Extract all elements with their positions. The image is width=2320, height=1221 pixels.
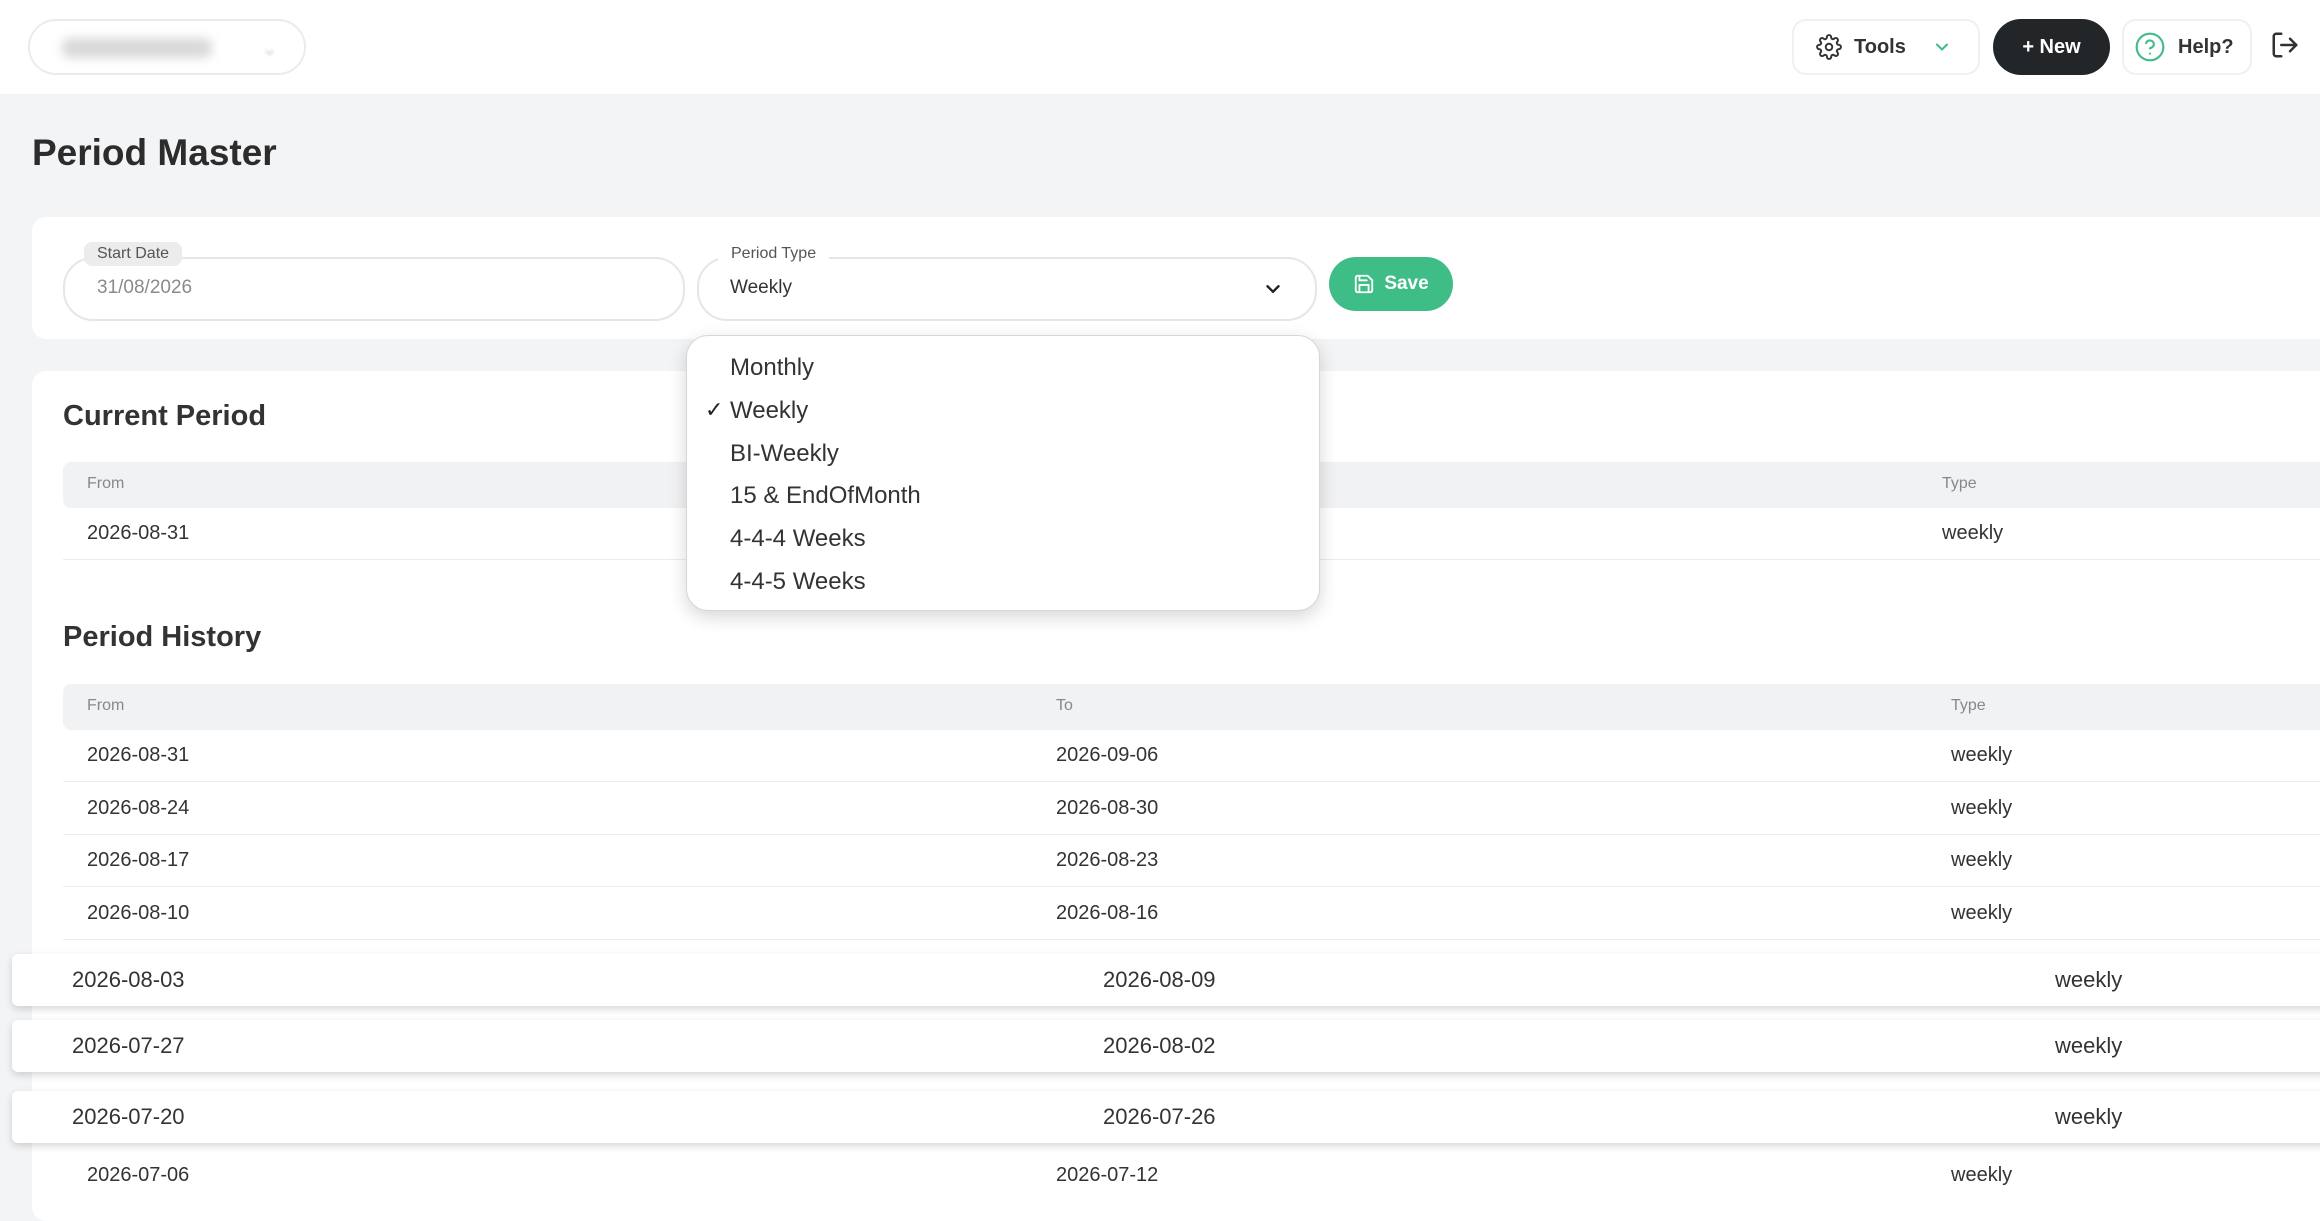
column-header-type: Type <box>1951 697 1986 714</box>
current-period-title: Current Period <box>63 400 267 432</box>
type-cell: weekly <box>1951 797 2013 819</box>
table-row[interactable]: 2026-07-20 2026-07-26 weekly <box>12 1091 2320 1143</box>
tools-label: Tools <box>1854 35 1906 58</box>
start-date-label: Start Date <box>84 242 183 266</box>
logout-icon[interactable] <box>2270 30 2300 60</box>
help-label: Help? <box>2178 35 2234 58</box>
type-cell: weekly <box>1951 902 2013 924</box>
column-header-type: Type <box>1942 475 1977 492</box>
option-monthly[interactable]: Monthly <box>730 354 814 382</box>
type-cell: weekly <box>1951 744 2013 766</box>
period-history-title: Period History <box>63 621 262 653</box>
period-history-table-header: From To Type <box>63 684 2320 730</box>
from-cell: 2026-08-24 <box>87 797 190 819</box>
column-header-from: From <box>87 475 125 492</box>
period-type-value[interactable]: Weekly <box>730 277 792 299</box>
top-bar: ⌄ Tools + New Help? <box>0 0 2320 94</box>
chevron-down-icon: ⌄ <box>261 38 278 60</box>
from-cell: 2026-08-10 <box>87 902 190 924</box>
save-label: Save <box>1384 273 1429 294</box>
to-cell: 2026-07-26 <box>1103 1104 1216 1129</box>
to-cell: 2026-08-30 <box>1056 797 1159 819</box>
table-row[interactable]: 2026-07-27 2026-08-02 weekly <box>12 1020 2320 1072</box>
to-cell: 2026-07-12 <box>1056 1164 1159 1186</box>
option-bi-weekly[interactable]: BI-Weekly <box>730 440 839 468</box>
table-row: 2026-08-10 2026-08-16 weekly <box>63 888 2320 940</box>
type-cell: weekly <box>1951 1164 2013 1186</box>
chevron-down-icon <box>1932 37 1952 57</box>
checkmark-icon: ✓ <box>705 397 724 422</box>
type-cell: weekly <box>2055 1104 2123 1129</box>
from-cell: 2026-08-03 <box>72 967 185 992</box>
period-type-dropdown: Monthly ✓ Weekly BI-Weekly 15 & EndOfMon… <box>686 335 1320 611</box>
from-cell: 2026-08-17 <box>87 849 190 871</box>
type-cell: weekly <box>2055 1033 2123 1058</box>
save-button[interactable]: Save <box>1329 257 1453 311</box>
to-cell: 2026-08-09 <box>1103 967 1216 992</box>
type-cell: weekly <box>1951 849 2013 871</box>
new-button[interactable]: + New <box>1993 19 2110 75</box>
table-row[interactable]: 2026-08-03 2026-08-09 weekly <box>12 954 2320 1006</box>
type-cell: weekly <box>2055 967 2123 992</box>
gear-icon <box>1816 34 1842 60</box>
from-cell: 2026-07-06 <box>87 1164 190 1186</box>
to-cell: 2026-09-06 <box>1056 744 1159 766</box>
column-header-to: To <box>1056 697 1073 714</box>
from-cell: 2026-08-31 <box>87 744 190 766</box>
option-4-4-5-weeks[interactable]: 4-4-5 Weeks <box>730 568 866 596</box>
question-circle-icon <box>2134 31 2166 63</box>
from-cell: 2026-07-27 <box>72 1033 185 1058</box>
to-cell: 2026-08-23 <box>1056 849 1159 871</box>
option-weekly[interactable]: Weekly <box>730 397 808 425</box>
from-cell: 2026-08-31 <box>87 522 190 544</box>
period-type-label: Period Type <box>718 242 830 266</box>
option-4-4-4-weeks[interactable]: 4-4-4 Weeks <box>730 525 866 553</box>
table-row: 2026-08-17 2026-08-23 weekly <box>63 835 2320 887</box>
to-cell: 2026-08-02 <box>1103 1033 1216 1058</box>
table-row: 2026-07-06 2026-07-12 weekly <box>63 1150 2320 1202</box>
table-row: 2026-08-24 2026-08-30 weekly <box>63 783 2320 835</box>
organization-name-redacted <box>62 38 212 58</box>
help-button[interactable]: Help? <box>2122 19 2252 75</box>
type-cell: weekly <box>1942 522 2004 544</box>
tools-menu-button[interactable]: Tools <box>1792 19 1980 75</box>
organization-selector[interactable]: ⌄ <box>28 19 306 75</box>
from-cell: 2026-07-20 <box>72 1104 185 1129</box>
chevron-down-icon[interactable] <box>1262 278 1284 300</box>
to-cell: 2026-08-16 <box>1056 902 1159 924</box>
start-date-value[interactable]: 31/08/2026 <box>97 277 192 299</box>
save-icon <box>1353 273 1375 295</box>
column-header-from: From <box>87 697 125 714</box>
page-title: Period Master <box>32 132 277 173</box>
table-row: 2026-08-31 2026-09-06 weekly <box>63 730 2320 782</box>
option-15-end-of-month[interactable]: 15 & EndOfMonth <box>730 482 921 510</box>
